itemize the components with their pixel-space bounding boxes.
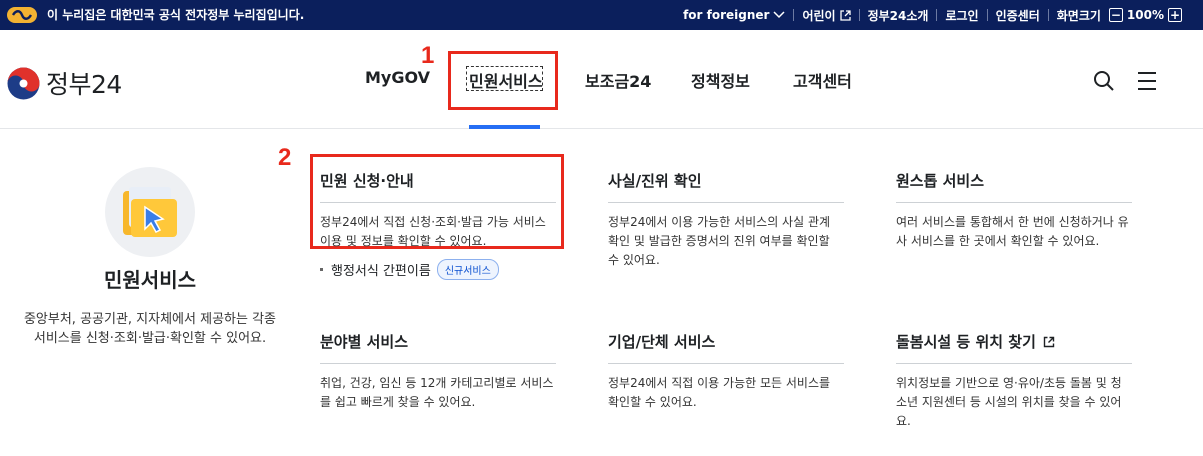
card-title-text: 원스톱 서비스 <box>896 172 985 190</box>
card-title-text: 분야별 서비스 <box>320 333 409 351</box>
for-foreigner-label: for foreigner <box>683 8 770 22</box>
kids-label: 어린이 <box>802 8 836 23</box>
card-description: 정부24에서 직접 신청·조회·발급 가능 서비스 이용 및 정보를 확인할 수… <box>320 215 546 248</box>
gov-banner: 이 누리집은 대한민국 공식 전자정부 누리집입니다. for foreigne… <box>0 0 1203 30</box>
menu-icon[interactable] <box>1136 70 1158 92</box>
card-category: 분야별 서비스 취업, 건강, 임신 등 12개 카테고리별로 서비스를 쉽고 … <box>320 331 556 412</box>
card-description: 정부24에서 직접 이용 가능한 모든 서비스를 확인할 수 있어요. <box>608 376 831 409</box>
card-fact-check-title[interactable]: 사실/진위 확인 <box>608 170 844 203</box>
search-icon[interactable] <box>1093 70 1115 92</box>
card-title-text: 사실/진위 확인 <box>608 172 702 190</box>
cert-center-link[interactable]: 인증센터 <box>988 7 1048 24</box>
login-link[interactable]: 로그인 <box>937 7 986 24</box>
section-title: 민원서비스 <box>104 268 196 292</box>
service-illustration <box>105 167 195 257</box>
admin-form-label: 행정서식 간편이름 <box>331 264 431 279</box>
nav-policy-info[interactable]: 정책정보 <box>691 68 750 92</box>
card-civil-apply: 민원 신청·안내 정부24에서 직접 신청·조회·발급 가능 서비스 이용 및 … <box>320 170 556 251</box>
zoom-control: 화면크기 − 100% + <box>1049 7 1186 24</box>
external-link-icon <box>1043 336 1055 347</box>
new-service-badge: 신규서비스 <box>436 259 499 280</box>
nav-subsidy24[interactable]: 보조금24 <box>585 68 651 92</box>
annotation-box-nav <box>448 51 558 110</box>
site-header: 정부24 MyGOV 민원서비스 보조금24 정책정보 고객센터 <box>0 30 1203 129</box>
nav-mygov[interactable]: MyGOV <box>365 68 430 87</box>
card-care-location: 돌봄시설 등 위치 찾기 위치정보를 기반으로 영·유아/초등 돌봄 및 청소년… <box>896 331 1132 431</box>
card-description: 여러 서비스를 통합해서 한 번에 신청하거나 유사 서비스를 한 곳에서 확인… <box>896 215 1129 248</box>
gov24-intro-link[interactable]: 정부24소개 <box>860 7 937 24</box>
kids-link[interactable]: 어린이 <box>794 7 858 24</box>
card-onestop-title[interactable]: 원스톱 서비스 <box>896 170 1132 203</box>
external-link-icon <box>839 9 851 21</box>
zoom-value: 100% <box>1126 8 1164 22</box>
admin-form-link[interactable]: 행정서식 간편이름 신규서비스 <box>320 259 499 280</box>
chevron-down-icon <box>773 11 785 19</box>
gov-badge-icon <box>7 7 37 23</box>
zoom-label: 화면크기 <box>1056 8 1101 23</box>
card-title-text: 민원 신청·안내 <box>320 172 414 190</box>
card-description: 정부24에서 이용 가능한 서비스의 사실 관계 확인 및 발급한 증명서의 진… <box>608 215 831 267</box>
gov-notice: 이 누리집은 대한민국 공식 전자정부 누리집입니다. <box>47 8 305 22</box>
annotation-number-2: 2 <box>278 144 292 171</box>
card-fact-check: 사실/진위 확인 정부24에서 이용 가능한 서비스의 사실 관계 확인 및 발… <box>608 170 844 270</box>
card-organization-title[interactable]: 기업/단체 서비스 <box>608 331 844 364</box>
zoom-in-button[interactable]: + <box>1168 8 1182 22</box>
card-onestop: 원스톱 서비스 여러 서비스를 통합해서 한 번에 신청하거나 유사 서비스를 … <box>896 170 1132 251</box>
annotation-number-1: 1 <box>421 42 435 69</box>
card-title-text: 기업/단체 서비스 <box>608 333 716 351</box>
card-title-text: 돌봄시설 등 위치 찾기 <box>896 333 1036 351</box>
nav-active-indicator <box>469 125 540 129</box>
bullet <box>320 268 323 271</box>
card-care-location-title[interactable]: 돌봄시설 등 위치 찾기 <box>896 331 1132 364</box>
card-description: 취업, 건강, 임신 등 12개 카테고리별로 서비스를 쉽고 빠르게 찾을 수… <box>320 376 554 409</box>
section-description: 중앙부처, 공공기관, 지자체에서 제공하는 각종 서비스를 신청·조회·발급·… <box>23 312 277 346</box>
card-category-title[interactable]: 분야별 서비스 <box>320 331 556 364</box>
utility-menu: for foreigner 어린이 정부24소개 로그인 인증센터 화면크기 −… <box>675 0 1186 30</box>
for-foreigner-dropdown[interactable]: for foreigner <box>675 8 793 22</box>
card-description: 위치정보를 기반으로 영·유아/초등 돌봄 및 청소년 지원센터 등 시설의 위… <box>896 376 1122 428</box>
nav-customer-center[interactable]: 고객센터 <box>793 68 852 92</box>
folder-cursor-icon <box>123 187 177 237</box>
gov24-logo[interactable]: 정부24 <box>7 65 122 101</box>
zoom-out-button[interactable]: − <box>1108 8 1123 22</box>
card-organization: 기업/단체 서비스 정부24에서 직접 이용 가능한 모든 서비스를 확인할 수… <box>608 331 844 412</box>
taegeuk-logo-icon <box>7 67 40 99</box>
logo-text: 정부24 <box>46 70 122 99</box>
card-civil-apply-title[interactable]: 민원 신청·안내 <box>320 170 556 203</box>
